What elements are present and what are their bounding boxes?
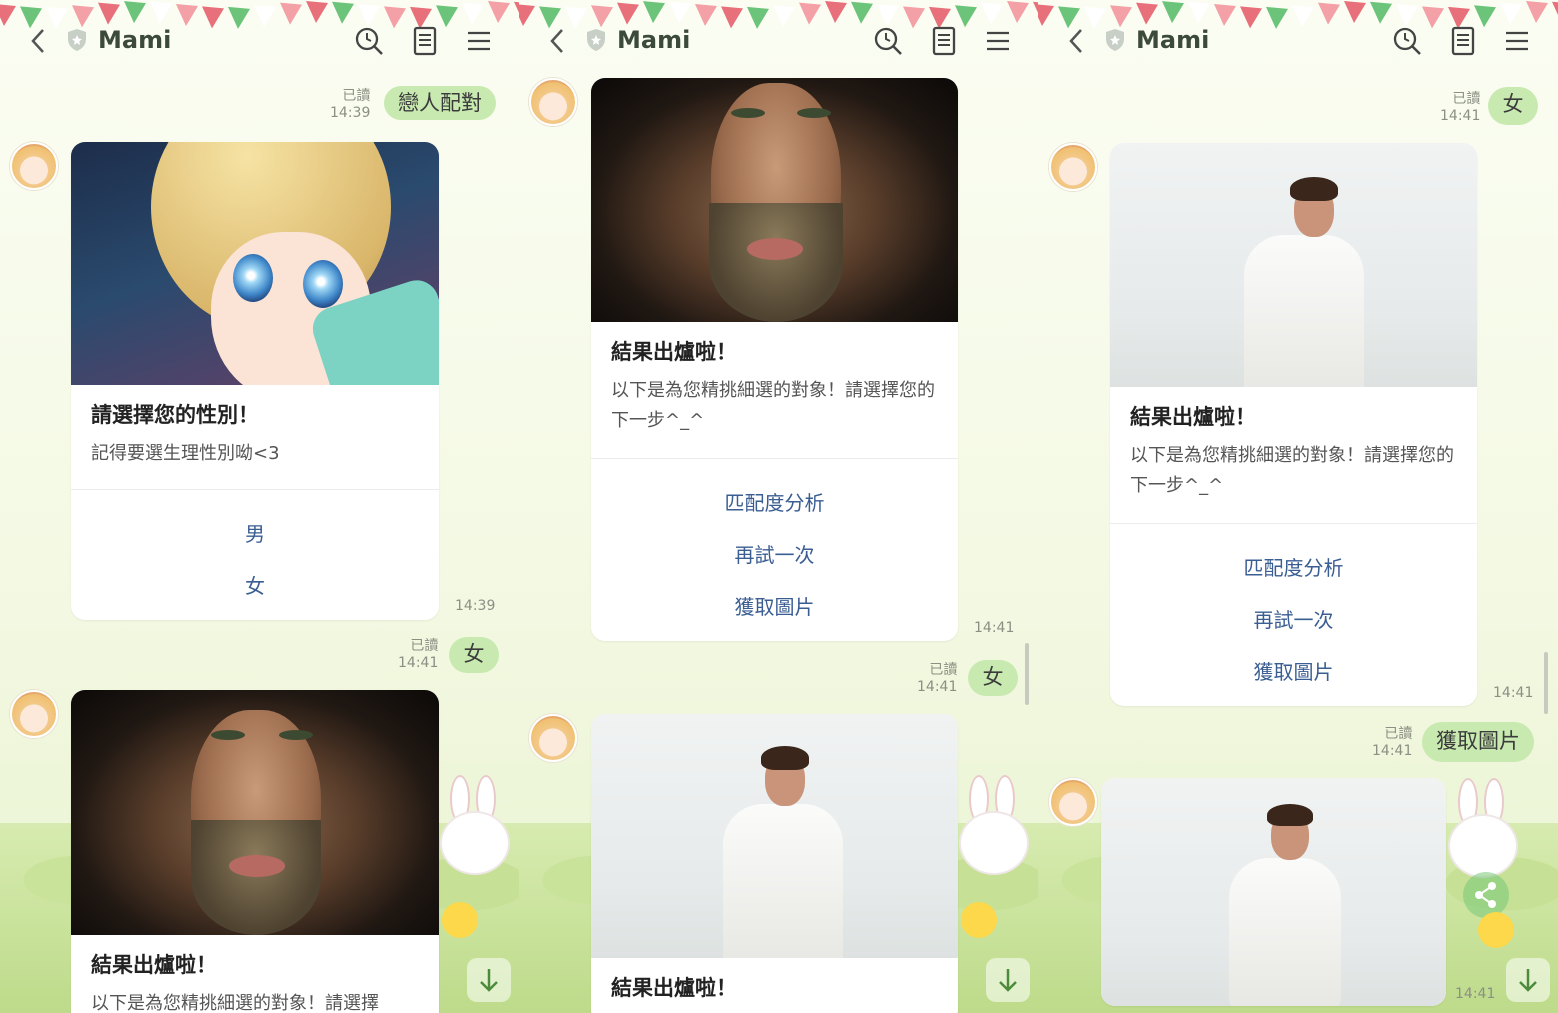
sent-message-bubble: 女 (1488, 87, 1538, 125)
action-retry-button[interactable]: 再試一次 (1110, 592, 1477, 644)
notes-icon[interactable] (1446, 24, 1480, 58)
scrollbar[interactable] (1025, 643, 1029, 705)
chat-title: Mami (617, 26, 691, 54)
scrollbar[interactable] (1544, 652, 1548, 714)
avatar[interactable] (529, 714, 577, 762)
avatar[interactable] (1049, 778, 1097, 826)
share-icon (1475, 882, 1496, 908)
scroll-down-button[interactable] (467, 958, 511, 1002)
action-female-button[interactable]: 女 (71, 558, 439, 610)
card-title: 結果出爐啦！ (91, 953, 217, 977)
result-card: 結果出爐啦！ 以下是為您精挑細選的對象！請選擇您的下一步^_^ 匹配度分析 再試… (1110, 143, 1477, 706)
sent-message-bubble: 女 (968, 660, 1018, 696)
read-receipt: 已讀 14:41 (917, 662, 958, 695)
anime-girl-image[interactable] (71, 142, 439, 385)
chick-sticker-decoration (1478, 912, 1514, 948)
card-text: 以下是為您精挑細選的對象！請選擇您的下一步^_^ (1130, 445, 1454, 496)
chat-panel-2: Mami 結果出爐啦！ 以下是為您精挑細選的對象！請選擇您的下一步^_^ 匹配度… (519, 0, 1038, 1013)
man-portrait-image[interactable] (71, 690, 439, 935)
action-male-button[interactable]: 男 (71, 506, 439, 558)
search-icon[interactable] (352, 24, 386, 58)
chat-panel-1: Mami 已讀 14:39 戀人配對 請選擇您的性別！ 記得要選生理性別呦<3 男… (0, 0, 519, 1013)
result-card: 結果出爐啦！ (591, 714, 958, 1013)
action-analysis-button[interactable]: 匹配度分析 (591, 475, 958, 527)
card-title: 請選擇您的性別！ (91, 403, 259, 427)
chat-panel-3: Mami 已讀 14:41 女 結果出爐啦！ 以下是為您精挑細選的對象！請選擇您的… (1038, 0, 1558, 1013)
sent-message-bubble: 女 (449, 637, 499, 673)
avatar[interactable] (10, 690, 58, 738)
menu-icon[interactable] (1500, 24, 1534, 58)
shield-icon (1106, 29, 1124, 51)
chick-sticker-decoration (442, 902, 478, 938)
avatar[interactable] (1049, 143, 1097, 191)
standing-man-image[interactable] (1110, 143, 1477, 387)
chevron-left-icon[interactable] (547, 26, 567, 56)
standing-man-image[interactable] (591, 714, 958, 958)
avatar[interactable] (529, 78, 577, 126)
notes-icon[interactable] (927, 24, 961, 58)
shield-icon (587, 29, 605, 51)
card-title: 結果出爐啦！ (611, 340, 737, 364)
action-get-image-button[interactable]: 獲取圖片 (1110, 644, 1477, 696)
chat-header: Mami (1038, 18, 1558, 64)
scroll-down-button[interactable] (1506, 958, 1550, 1002)
result-card: 結果出爐啦！ 以下是為您精挑細選的對象！請選擇 (71, 690, 439, 1013)
share-button[interactable] (1463, 872, 1509, 918)
read-receipt: 已讀 14:41 (398, 638, 439, 671)
card-text: 以下是為您精挑細選的對象！請選擇您的下一步^_^ (611, 380, 935, 431)
sent-message-bubble: 獲取圖片 (1422, 722, 1534, 762)
message-time: 14:41 (974, 620, 1015, 636)
shield-icon (68, 29, 86, 51)
action-retry-button[interactable]: 再試一次 (591, 527, 958, 579)
search-icon[interactable] (871, 24, 905, 58)
chat-title: Mami (98, 26, 172, 54)
read-receipt: 已讀 14:41 (1372, 726, 1413, 759)
card-text: 以下是為您精挑細選的對象！請選擇 (91, 993, 379, 1013)
chevron-left-icon[interactable] (28, 26, 48, 56)
chat-title: Mami (1136, 26, 1210, 54)
menu-icon[interactable] (462, 24, 496, 58)
menu-icon[interactable] (981, 24, 1015, 58)
sent-message-bubble: 戀人配對 (384, 86, 496, 120)
read-receipt: 已讀 14:39 (330, 88, 371, 121)
read-receipt: 已讀 14:41 (1440, 91, 1481, 124)
chevron-left-icon[interactable] (1066, 26, 1086, 56)
result-card: 結果出爐啦！ 以下是為您精挑細選的對象！請選擇您的下一步^_^ 匹配度分析 再試… (591, 78, 958, 641)
chick-sticker-decoration (961, 902, 997, 938)
bunny-sticker-decoration (959, 775, 1029, 885)
standing-man-image[interactable] (1101, 778, 1446, 1006)
scroll-down-button[interactable] (986, 958, 1030, 1002)
avatar[interactable] (10, 142, 58, 190)
search-icon[interactable] (1390, 24, 1424, 58)
message-time: 14:41 (1455, 986, 1496, 1002)
action-get-image-button[interactable]: 獲取圖片 (591, 579, 958, 631)
image-message[interactable] (1101, 778, 1446, 1006)
action-analysis-button[interactable]: 匹配度分析 (1110, 540, 1477, 592)
gender-select-card: 請選擇您的性別！ 記得要選生理性別呦<3 男 女 (71, 142, 439, 620)
message-time: 14:39 (455, 598, 496, 614)
card-text: 記得要選生理性別呦<3 (91, 443, 280, 464)
notes-icon[interactable] (408, 24, 442, 58)
bunny-sticker-decoration (440, 775, 510, 885)
chat-header: Mami (519, 18, 1038, 64)
card-title: 結果出爐啦！ (611, 976, 737, 1000)
chat-header: Mami (0, 18, 519, 64)
man-portrait-image[interactable] (591, 78, 958, 322)
message-time: 14:41 (1493, 685, 1534, 701)
card-title: 結果出爐啦！ (1130, 405, 1256, 429)
